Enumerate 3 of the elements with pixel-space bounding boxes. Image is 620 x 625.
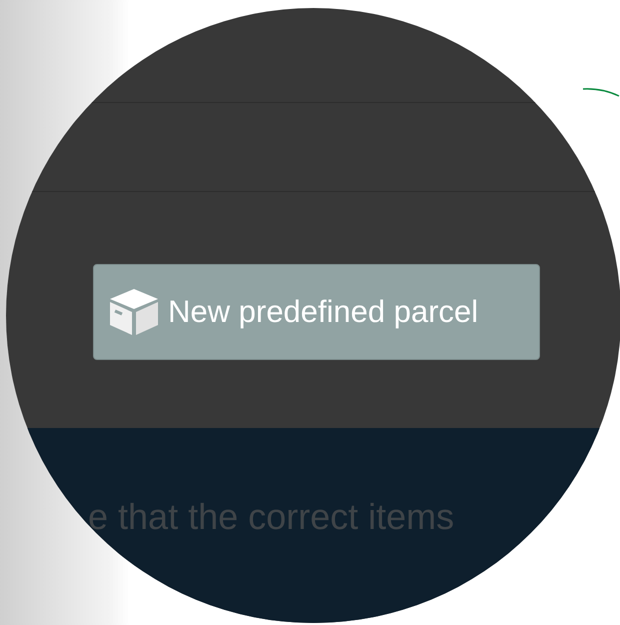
new-parcel-button[interactable]: New predefined parcel <box>93 264 540 360</box>
curve-line <box>582 86 620 98</box>
box-icon <box>108 287 160 337</box>
